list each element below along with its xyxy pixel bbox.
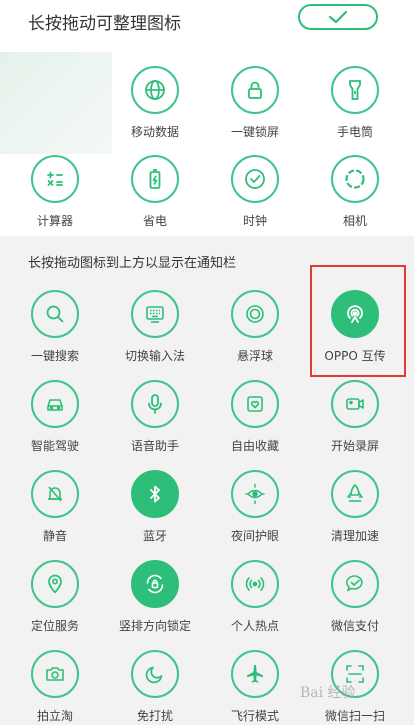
- flashlight-icon: [349, 80, 361, 100]
- rocket-icon: [347, 484, 363, 502]
- tile-mute[interactable]: 静音: [5, 470, 105, 552]
- tile-label: 个人热点: [230, 619, 279, 633]
- tile-airplane-mode[interactable]: 飞行模式: [205, 650, 305, 725]
- tile-wechat-pay[interactable]: 微信支付: [305, 560, 405, 642]
- tile-label: 清理加速: [330, 529, 379, 543]
- tile-label: 蓝牙: [142, 529, 167, 543]
- calculator-icon: [47, 171, 63, 186]
- dragging-tile-placeholder: [0, 52, 112, 154]
- tile-label: 免打扰: [136, 709, 173, 723]
- tile-label: 飞行模式: [230, 709, 279, 723]
- tile-label: 静音: [42, 529, 67, 543]
- lock-icon: [248, 81, 262, 99]
- tile-label: 开始录屏: [330, 439, 379, 453]
- camera-icon: [46, 667, 64, 681]
- car-icon: [47, 399, 63, 411]
- check-icon: [328, 10, 348, 24]
- confirm-button[interactable]: [298, 4, 378, 30]
- tile-camera[interactable]: 相机: [305, 155, 405, 237]
- bell-off-icon: [48, 486, 62, 502]
- floating-ball-icon: [246, 305, 264, 323]
- tile-night-eye-care[interactable]: 夜间护眼: [205, 470, 305, 552]
- tile-bluetooth[interactable]: 蓝牙: [105, 470, 205, 552]
- tile-label: 自由收藏: [230, 439, 279, 453]
- tile-label: 竖排方向锁定: [118, 619, 191, 633]
- eye-sun-icon: [245, 483, 265, 505]
- video-icon: [346, 398, 364, 410]
- tile-label: 智能驾驶: [30, 439, 79, 453]
- header: 长按拖动可整理图标: [0, 0, 414, 40]
- clock-icon: [245, 169, 265, 189]
- watermark: Bai 经验: [300, 685, 356, 701]
- tile-label: 省电: [142, 214, 167, 228]
- page-title: 长按拖动可整理图标: [28, 14, 181, 34]
- tile-label: 悬浮球: [236, 349, 273, 363]
- rotation-lock-icon: [146, 574, 164, 594]
- highlight-box: [310, 265, 406, 377]
- tile-mobile-data[interactable]: 移动数据: [105, 66, 205, 148]
- tile-label: 切换输入法: [124, 349, 185, 363]
- tile-search[interactable]: 一键搜索: [5, 290, 105, 372]
- tile-label: 夜间护眼: [230, 529, 279, 543]
- airplane-icon: [247, 665, 263, 683]
- tile-label: 相机: [342, 214, 367, 228]
- tile-smart-driving[interactable]: 智能驾驶: [5, 380, 105, 462]
- tile-label: 时钟: [242, 214, 267, 228]
- tile-lock-screen[interactable]: 一键锁屏: [205, 66, 305, 148]
- tile-label: 一键锁屏: [230, 125, 279, 139]
- location-pin-icon: [48, 574, 62, 594]
- tile-floating-ball[interactable]: 悬浮球: [205, 290, 305, 372]
- tile-label: 移动数据: [130, 125, 179, 139]
- heart-folder-icon: [247, 396, 263, 412]
- tile-switch-input[interactable]: 切换输入法: [105, 290, 205, 372]
- tile-flashlight[interactable]: 手电筒: [305, 66, 405, 148]
- tile-label: 拍立淘: [36, 709, 73, 723]
- battery-icon: [149, 169, 161, 189]
- section-title: 长按拖动图标到上方以显示在通知栏: [28, 256, 237, 271]
- tile-pailitao[interactable]: 拍立淘: [5, 650, 105, 725]
- tile-label: 定位服务: [30, 619, 79, 633]
- tile-cleanup[interactable]: 清理加速: [305, 470, 405, 552]
- camera-ring-icon: [345, 169, 365, 189]
- tile-label: 一键搜索: [30, 349, 79, 363]
- tile-clock[interactable]: 时钟: [205, 155, 305, 237]
- tile-label: 微信扫一扫: [324, 709, 385, 723]
- tile-location[interactable]: 定位服务: [5, 560, 105, 642]
- tile-do-not-disturb[interactable]: 免打扰: [105, 650, 205, 725]
- tile-label: 手电筒: [336, 125, 373, 139]
- tile-free-collect[interactable]: 自由收藏: [205, 380, 305, 462]
- keyboard-icon: [146, 306, 164, 323]
- microphone-icon: [148, 394, 162, 414]
- tile-voice-assistant[interactable]: 语音助手: [105, 380, 205, 462]
- tile-power-saving[interactable]: 省电: [105, 155, 205, 237]
- globe-icon: [145, 80, 165, 100]
- tile-screen-record[interactable]: 开始录屏: [305, 380, 405, 462]
- tile-hotspot[interactable]: 个人热点: [205, 560, 305, 642]
- tile-label: 微信支付: [330, 619, 379, 633]
- wechat-pay-icon: [345, 575, 363, 592]
- tile-label: 计算器: [36, 214, 73, 228]
- hotspot-icon: [245, 577, 265, 591]
- moon-icon: [145, 666, 163, 684]
- tile-label: 语音助手: [130, 439, 179, 453]
- tile-calculator[interactable]: 计算器: [5, 155, 105, 237]
- bluetooth-icon: [150, 485, 160, 503]
- search-icon: [46, 305, 64, 323]
- tile-portrait-lock[interactable]: 竖排方向锁定: [105, 560, 205, 642]
